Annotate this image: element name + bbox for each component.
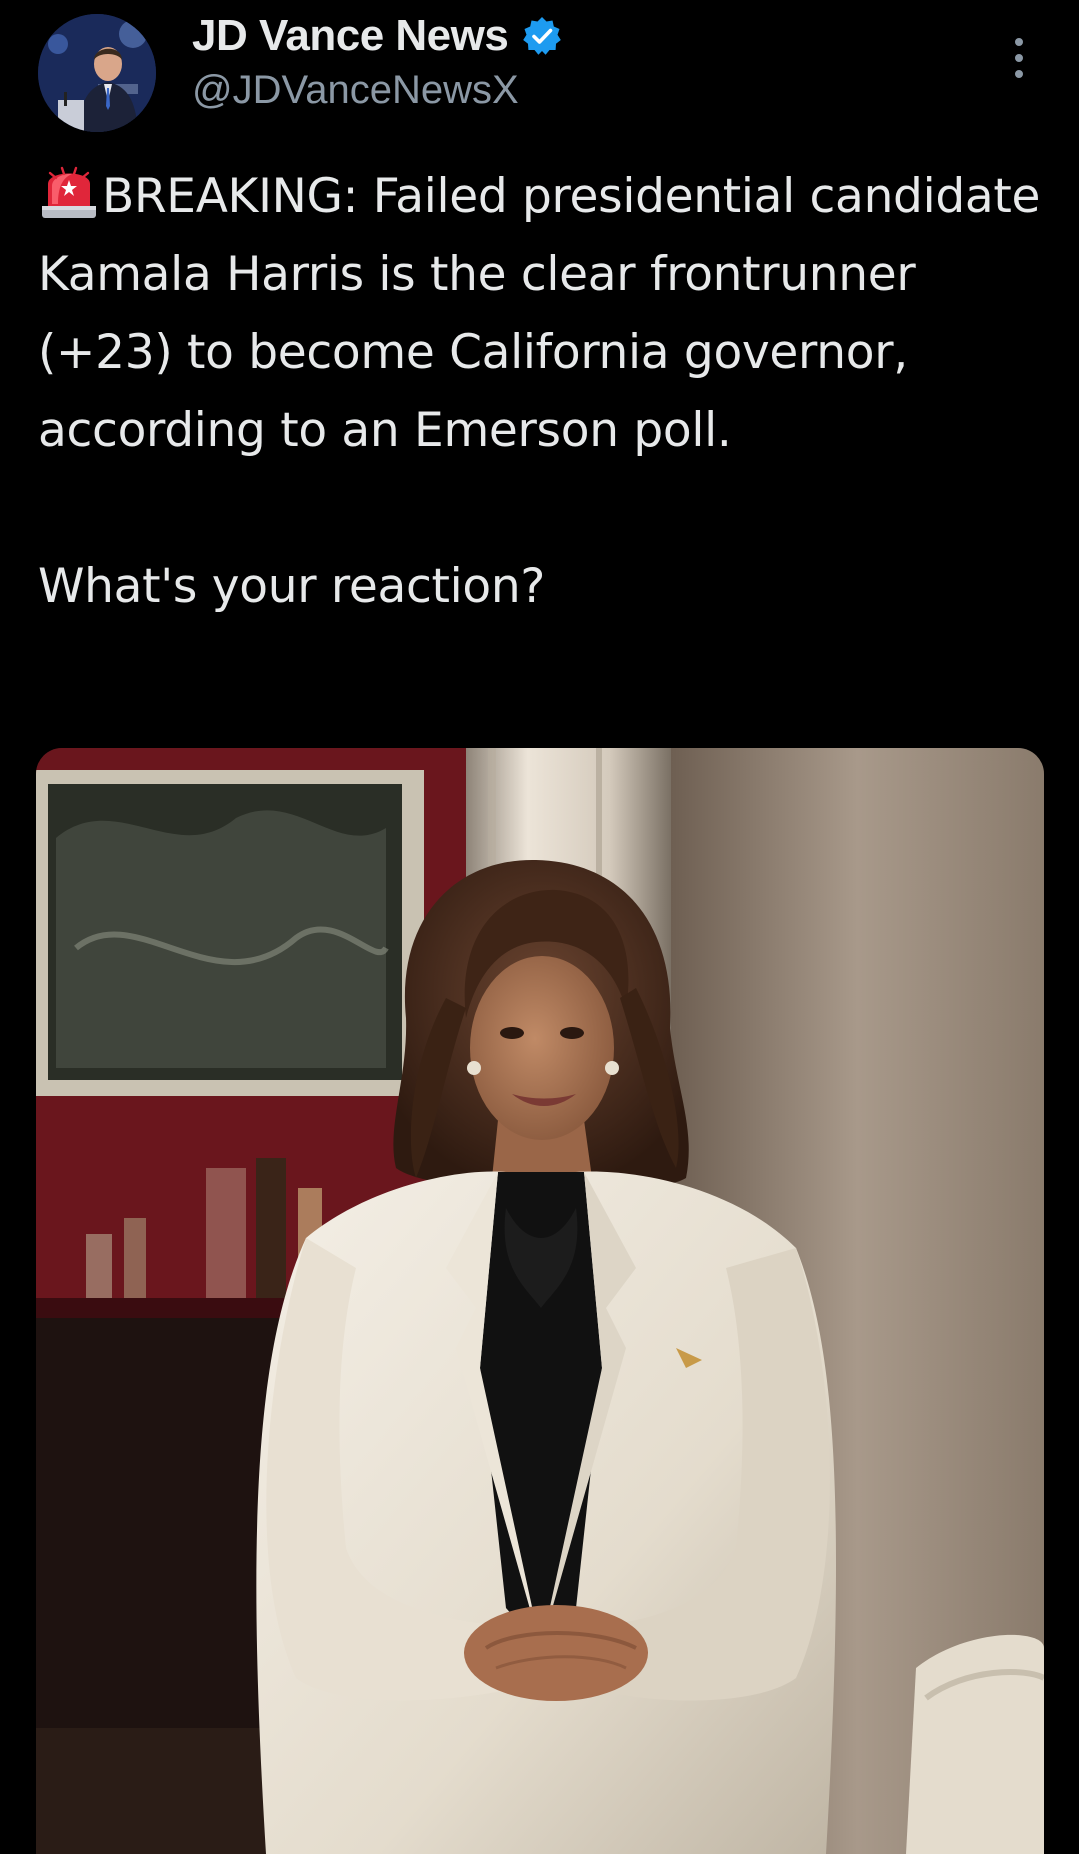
verified-badge-icon (523, 17, 562, 55)
police-siren-emoji (42, 166, 96, 218)
tweet-text-main: BREAKING: Failed presidential candidate … (38, 169, 1041, 458)
tweet-header: JD Vance News @JDVanceNewsX (0, 0, 1079, 140)
author-handle[interactable]: @JDVanceNewsX (192, 68, 519, 113)
tweet-body: BREAKING: Failed presidential candidate … (38, 158, 1048, 626)
tweet-paragraph-2: What's your reaction? (38, 548, 1048, 626)
author-avatar[interactable] (38, 14, 156, 132)
avatar-image (38, 14, 156, 132)
tweet-text-question: What's your reaction? (38, 559, 545, 614)
tweet-paragraph-1: BREAKING: Failed presidential candidate … (38, 158, 1048, 470)
display-name-row: JD Vance News (192, 10, 562, 62)
more-options-icon[interactable] (1004, 36, 1034, 80)
tweet-media[interactable] (36, 748, 1044, 1854)
portrait-photo (36, 748, 1044, 1854)
author-display-name[interactable]: JD Vance News (192, 11, 509, 61)
